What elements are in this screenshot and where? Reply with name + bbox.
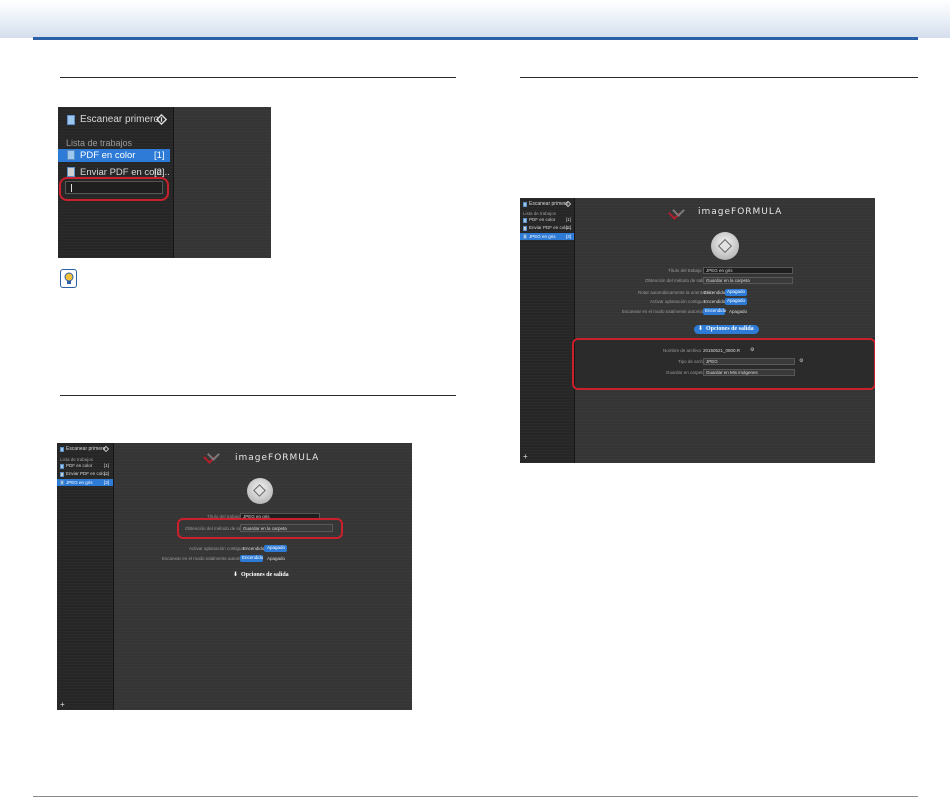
download-icon: ⬇	[233, 572, 239, 578]
field-label: Escanear en el modo totalmente automátic…	[622, 309, 711, 314]
send-pdf-icon	[523, 226, 527, 231]
section-rule	[520, 77, 918, 78]
job-list-label: Lista de trabajos	[523, 211, 557, 216]
job-count: [1]	[154, 150, 165, 161]
download-icon: ⬇	[698, 326, 704, 332]
toggle-off[interactable]: Apagado	[267, 556, 285, 561]
scan-button[interactable]	[711, 232, 739, 260]
hint-icon	[60, 269, 77, 288]
highlight-box	[59, 177, 169, 201]
document-icon	[60, 447, 64, 452]
screenshot-job-list: Escanear primero Lista de trabajos PDF e…	[58, 107, 271, 258]
output-method-select[interactable]: Guardar en la carpeta	[703, 277, 793, 284]
highlight-box	[177, 518, 343, 539]
job-count: [2]	[104, 471, 110, 476]
job-count: [1]	[566, 217, 572, 222]
field-label: Obtención del método de salida	[645, 278, 709, 283]
toggle-off[interactable]: Apagado	[729, 309, 747, 314]
app-logo: imageFORMULA	[235, 453, 320, 463]
toggle-on-selected[interactable]: Encendido	[703, 308, 727, 315]
pdf-icon	[523, 218, 527, 223]
pdf-icon	[67, 150, 75, 160]
scan-start-icon[interactable]	[565, 201, 571, 207]
output-options-label: Opciones de salida	[706, 326, 754, 332]
scan-icon	[253, 484, 266, 497]
job-label: PDF en color	[80, 150, 136, 161]
field-label: Título del trabajo	[668, 268, 702, 273]
toggle-off-label: Apagado	[727, 298, 746, 303]
job-label: JPEG en gris	[529, 234, 556, 239]
screenshot-output-options: Escanear primero Lista de trabajos PDF e…	[520, 198, 875, 463]
toggle-off-selected[interactable]: Apagado	[725, 298, 747, 305]
toggle-off-label: Apagado	[267, 545, 286, 550]
output-options-button[interactable]: ⬇ Opciones de salida	[694, 325, 759, 334]
section-rule	[60, 77, 456, 78]
add-job-icon[interactable]: +	[60, 700, 65, 709]
job-count: [1]	[104, 463, 110, 468]
document-icon	[523, 202, 527, 207]
job-label[interactable]: PDF en color	[66, 463, 92, 468]
send-pdf-icon	[60, 472, 64, 477]
job-label[interactable]: PDF en color	[529, 217, 555, 222]
output-options-button[interactable]: ⬇ Opciones de salida	[231, 571, 296, 580]
job-count: [2]	[566, 225, 572, 230]
highlight-box	[572, 338, 875, 390]
job-list-label: Lista de trabajos	[60, 457, 94, 462]
screenshot-job-settings: Escanear primero Lista de trabajos PDF e…	[57, 443, 412, 710]
job-title-input[interactable]: JPEG en gris	[703, 267, 793, 274]
jpeg-icon	[60, 480, 64, 485]
scan-start-icon[interactable]	[103, 446, 109, 452]
scan-first-title: Escanear primero	[529, 201, 569, 207]
field-label: Activar aplanación contigua	[189, 546, 245, 551]
toggle-on-label: Encendido	[242, 555, 264, 560]
toggle-on[interactable]: Encendido	[704, 290, 725, 295]
job-label[interactable]: Enviar PDF en colo...	[66, 471, 109, 476]
toggle-on[interactable]: Encendido	[704, 299, 725, 304]
field-label: Activar aplanación contigua	[650, 299, 706, 304]
page-footer-rule	[33, 796, 918, 797]
toggle-off-selected[interactable]: Apagado	[725, 289, 747, 296]
job-list-label: Lista de trabajos	[66, 138, 133, 148]
app-logo: imageFORMULA	[698, 207, 783, 217]
section-rule	[60, 395, 456, 396]
scan-icon	[717, 238, 733, 254]
toggle-on-label: Encendido	[705, 308, 727, 313]
output-options-label: Opciones de salida	[241, 572, 289, 578]
page-header-rule	[33, 37, 918, 40]
scan-button[interactable]	[247, 478, 273, 504]
field-label: Escanear en el modo totalmente automátic…	[162, 556, 251, 561]
output-method-value: Guardar en la carpeta	[706, 278, 750, 283]
toggle-on[interactable]: Encendido	[243, 546, 264, 551]
job-title-value: JPEG en gris	[706, 268, 733, 273]
toggle-off-label: Apagado	[727, 289, 746, 294]
field-label: Rotar automáticamente la orientación	[638, 290, 713, 295]
scan-start-icon[interactable]	[156, 114, 167, 125]
toggle-off-selected[interactable]: Apagado	[264, 545, 287, 552]
scan-first-title: Escanear primero	[66, 446, 106, 452]
job-count: [3]	[104, 480, 110, 485]
job-count: [3]	[566, 234, 572, 239]
send-pdf-icon	[67, 167, 75, 177]
document-icon	[67, 115, 75, 125]
toggle-on-selected[interactable]: Encendido	[240, 555, 263, 562]
page-header-band	[0, 0, 950, 38]
main-panel	[174, 107, 271, 258]
pdf-icon	[60, 464, 64, 469]
job-label: JPEG en gris	[66, 480, 93, 485]
add-job-icon[interactable]: +	[523, 452, 528, 461]
scan-first-title: Escanear primero	[80, 114, 159, 125]
jpeg-icon	[523, 234, 527, 239]
